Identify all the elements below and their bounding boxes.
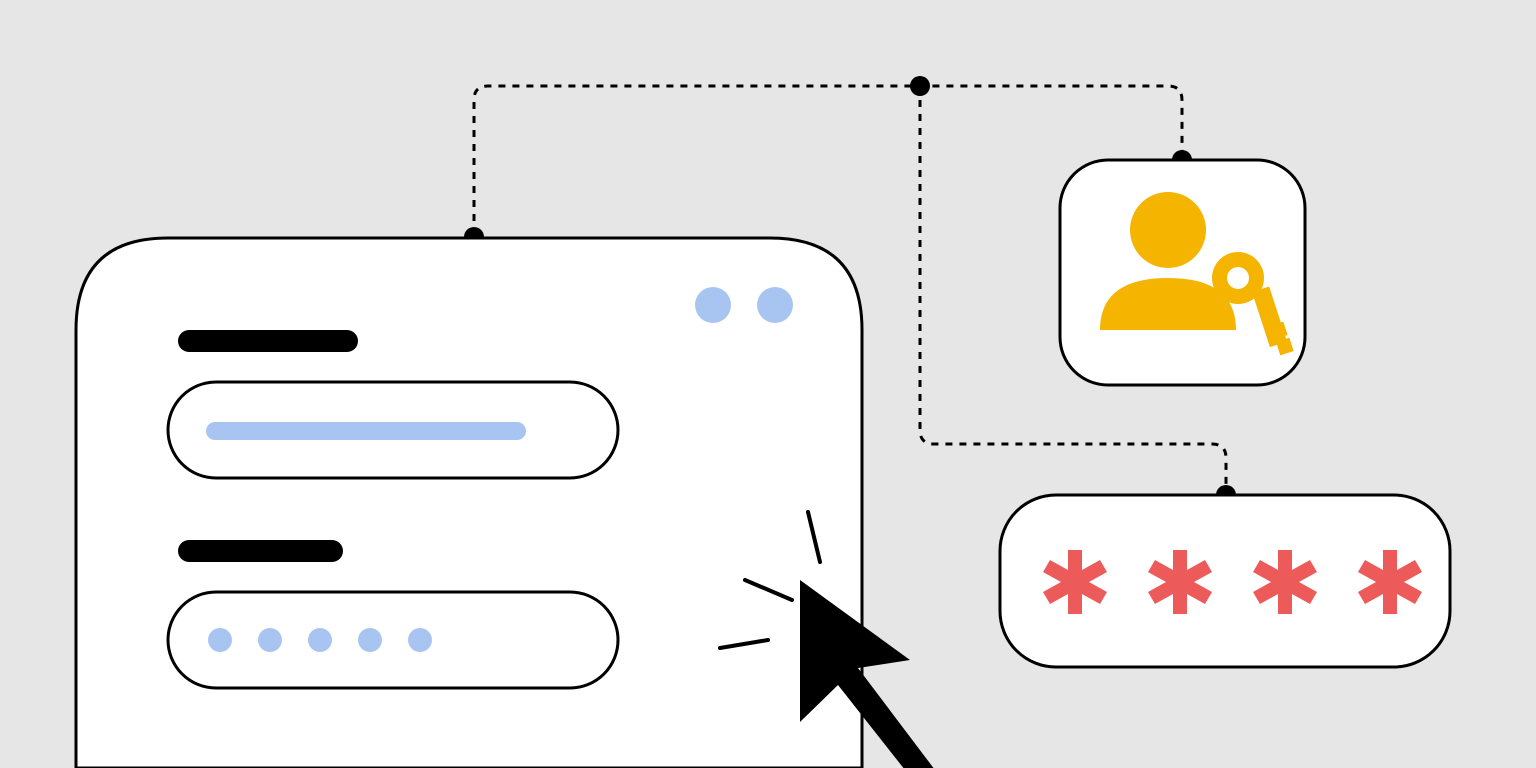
window-dot-icon — [757, 287, 793, 323]
field-label-icon — [178, 540, 343, 562]
password-input[interactable] — [168, 592, 618, 688]
field-label-icon — [178, 330, 358, 352]
password-pill — [1000, 495, 1450, 667]
node-branch — [910, 76, 930, 96]
diagram-stage — [0, 0, 1536, 768]
login-card — [76, 238, 862, 768]
account-tile — [1060, 160, 1305, 385]
diagram-svg — [0, 0, 1536, 768]
window-dot-icon — [695, 287, 731, 323]
text-input-value-icon — [206, 422, 526, 440]
